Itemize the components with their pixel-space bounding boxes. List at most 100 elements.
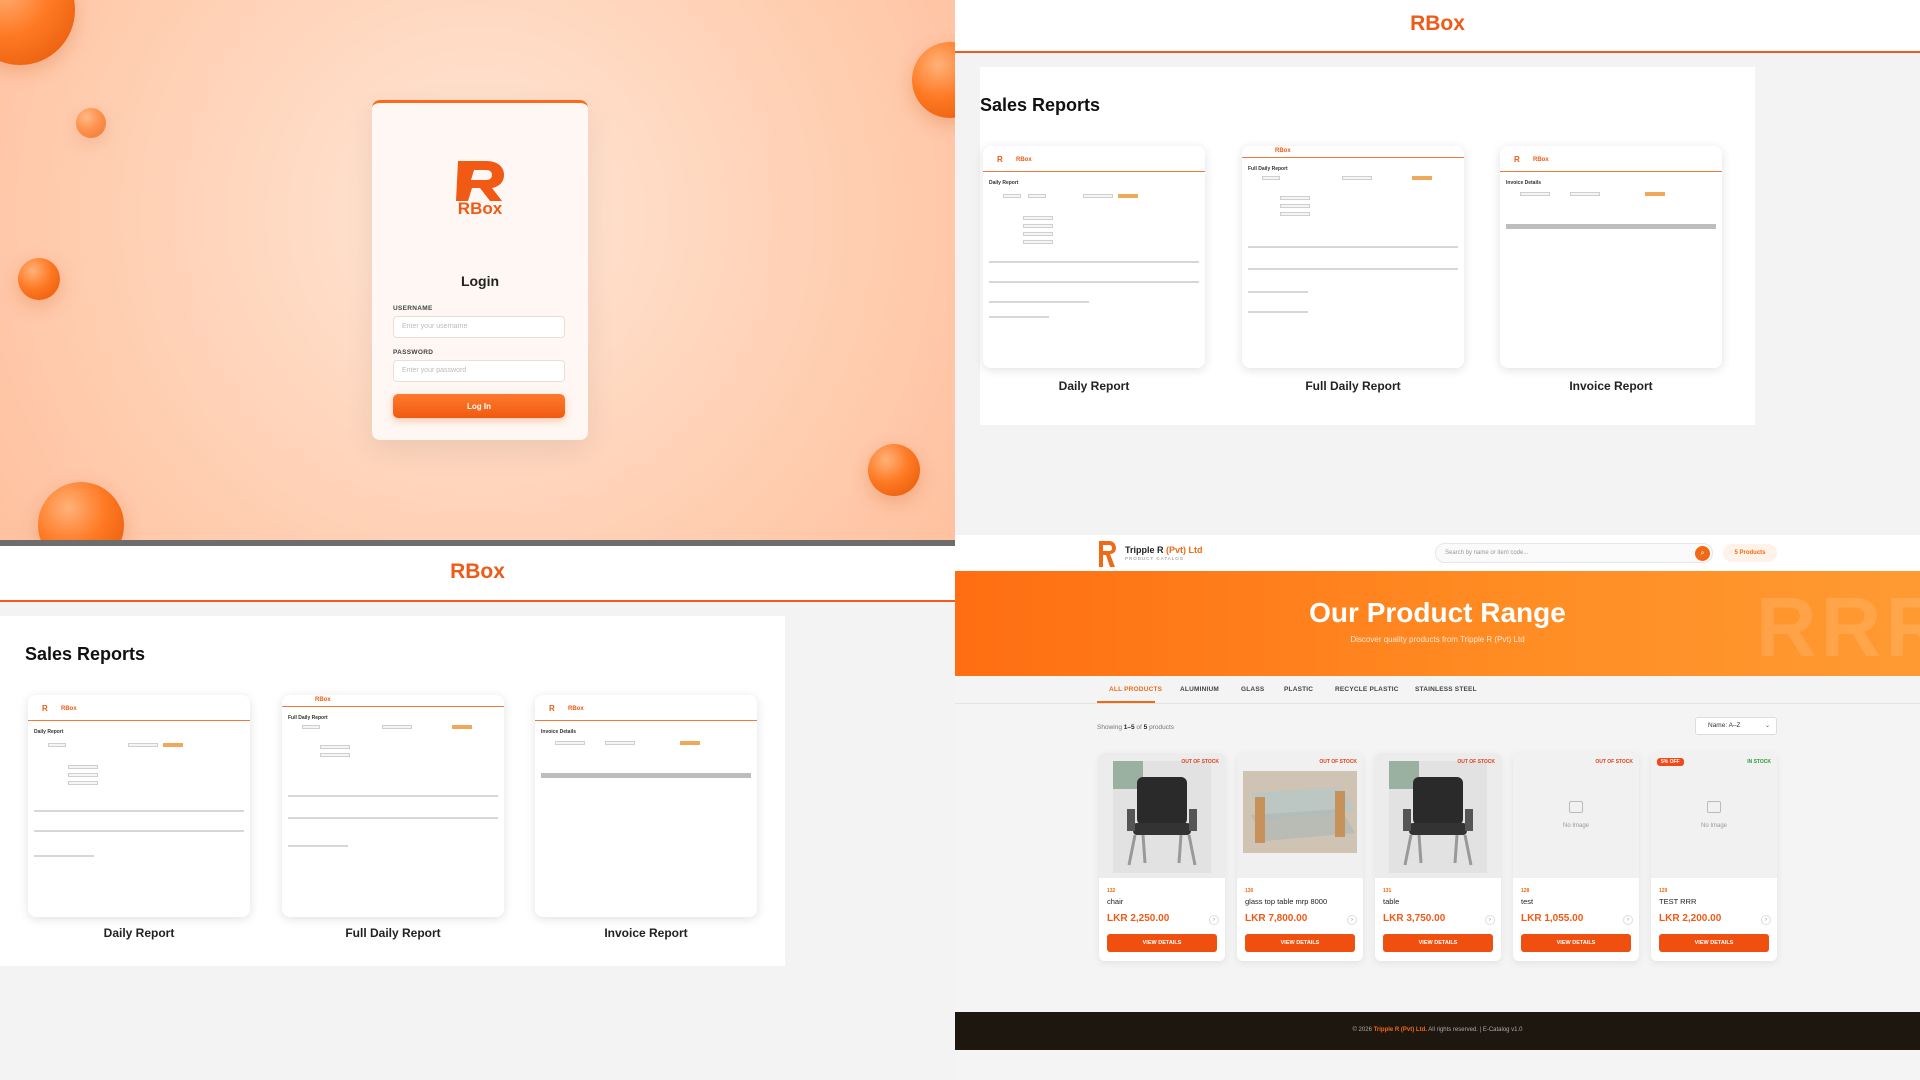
page-title: Sales Reports [25, 644, 146, 664]
footer: © 2026 Tripple R (Pvt) Ltd. All rights r… [955, 1012, 1920, 1050]
report-card-label[interactable]: Invoice Report [1500, 379, 1722, 393]
thumb-field [555, 741, 585, 745]
thumb-field [1023, 240, 1053, 244]
report-card-invoice[interactable]: R RBox Invoice Details [535, 695, 757, 917]
thumb-header: R RBox [983, 146, 1205, 172]
search-icon[interactable]: ⌕ [1695, 546, 1710, 561]
app-header: RBox [0, 546, 955, 602]
chevron-down-icon: ⌄ [1764, 723, 1770, 729]
thumb-logo-icon: R [549, 704, 555, 713]
tab-stainless-steel[interactable]: STAINLESS STEEL [1415, 686, 1477, 693]
image-icon [1707, 801, 1721, 813]
stock-badge: OUT OF STOCK [1319, 759, 1357, 765]
thumb-row [1248, 268, 1458, 270]
login-screen: RBox Login USERNAME Enter your username … [0, 0, 955, 540]
report-card-full-daily[interactable]: RBox Full Daily Report [1242, 146, 1464, 368]
thumb-table-header [541, 773, 751, 778]
thumb-title: Invoice Details [1506, 180, 1542, 186]
view-details-button[interactable]: VIEW DETAILS [1383, 934, 1493, 952]
report-card-label[interactable]: Daily Report [28, 926, 250, 940]
chevron-right-icon[interactable]: › [1209, 915, 1219, 925]
product-name: TEST RRR [1659, 897, 1697, 906]
hero-subtitle: Discover quality products from Tripple R… [1350, 635, 1525, 644]
thumb-button [452, 725, 472, 729]
report-card-label[interactable]: Invoice Report [535, 926, 757, 940]
thumb-field [68, 773, 98, 777]
decor-sphere [18, 258, 60, 300]
thumb-field [1280, 204, 1310, 208]
report-card-invoice[interactable]: R RBox Invoice Details [1500, 146, 1722, 368]
report-card-daily[interactable]: R RBox Daily Report [28, 695, 250, 917]
chevron-right-icon[interactable]: › [1761, 915, 1771, 925]
product-code: 130 [1245, 888, 1254, 894]
chevron-right-icon[interactable]: › [1485, 915, 1495, 925]
footer-brand: Tripple R (Pvt) Ltd. [1373, 1027, 1427, 1033]
reports-screen: RBox Sales Reports R RBox Daily Report Da… [955, 0, 1920, 535]
thumb-row [34, 830, 244, 832]
sort-value: Name: A–Z [1708, 722, 1741, 729]
report-card-label[interactable]: Daily Report [983, 379, 1205, 393]
catalog-header: Tripple R (Pvt) Ltd PRODUCT CATALOG Sear… [955, 535, 1920, 571]
view-details-button[interactable]: VIEW DETAILS [1107, 934, 1217, 952]
thumb-button [1118, 194, 1138, 198]
thumb-field [1023, 216, 1053, 220]
view-details-button[interactable]: VIEW DETAILS [1659, 934, 1769, 952]
chevron-right-icon[interactable]: › [1623, 915, 1633, 925]
chair-image [1099, 753, 1225, 878]
thumb-field [1083, 194, 1113, 198]
company-name-accent: (Pvt) Ltd [1166, 545, 1203, 555]
thumb-button [680, 741, 700, 745]
thumb-field [1028, 194, 1046, 198]
login-button[interactable]: Log In [393, 394, 565, 418]
product-card[interactable]: No Image 5% OFF IN STOCK 129 TEST RRR LK… [1651, 753, 1777, 961]
thumb-row [989, 301, 1089, 303]
password-input[interactable]: Enter your password [393, 360, 565, 382]
thumb-row [288, 795, 498, 797]
tab-all-products[interactable]: ALL PRODUCTS [1109, 686, 1162, 693]
report-card-daily[interactable]: R RBox Daily Report [983, 146, 1205, 368]
catalog-subtitle: PRODUCT CATALOG [1125, 556, 1185, 561]
thumb-field [1023, 224, 1053, 228]
company-logo-icon [1099, 541, 1116, 567]
login-title: Login [460, 273, 500, 289]
stock-badge: OUT OF STOCK [1181, 759, 1219, 765]
tab-recycle-plastic[interactable]: RECYCLE PLASTIC [1335, 686, 1399, 693]
report-card-label[interactable]: Full Daily Report [282, 926, 504, 940]
tab-plastic[interactable]: PLASTIC [1284, 686, 1313, 693]
thumb-field [1280, 196, 1310, 200]
thumb-table-header [1506, 224, 1716, 229]
results-suffix: products [1147, 724, 1175, 731]
product-card[interactable]: OUT OF STOCK 130 glass top table mrp 800… [1237, 753, 1363, 961]
tab-glass[interactable]: GLASS [1241, 686, 1264, 693]
thumb-row [288, 845, 348, 847]
page-title: Sales Reports [980, 95, 1101, 115]
search-input[interactable]: Search by name or item code... [1435, 543, 1713, 563]
product-card[interactable]: OUT OF STOCK 131 table LKR 3,750.00 › VI… [1375, 753, 1501, 961]
sort-select[interactable]: Name: A–Z ⌄ [1695, 717, 1777, 735]
view-details-button[interactable]: VIEW DETAILS [1245, 934, 1355, 952]
product-code: 129 [1659, 888, 1668, 894]
view-details-button[interactable]: VIEW DETAILS [1521, 934, 1631, 952]
thumb-field [1280, 212, 1310, 216]
product-name: table [1383, 897, 1400, 906]
tab-aluminium[interactable]: ALUMINIUM [1180, 686, 1219, 693]
username-input[interactable]: Enter your username [393, 316, 565, 338]
report-card-full-daily[interactable]: RBox Full Daily Report [282, 695, 504, 917]
report-card-label[interactable]: Full Daily Report [1242, 379, 1464, 393]
thumb-field [302, 725, 320, 729]
thumb-button [1412, 176, 1432, 180]
chevron-right-icon[interactable]: › [1347, 915, 1357, 925]
password-label: PASSWORD [393, 349, 434, 356]
thumb-logo-icon: R [1514, 155, 1520, 164]
decor-sphere [76, 108, 106, 138]
product-image-placeholder: No Image [1513, 753, 1639, 878]
stock-badge: IN STOCK [1747, 759, 1771, 765]
product-card[interactable]: OUT OF STOCK 132 chair LKR 2,250.00 › VI… [1099, 753, 1225, 961]
brand-title: RBox [1410, 12, 1465, 35]
thumb-logo-text: RBox [1275, 148, 1291, 154]
thumb-logo-text: RBox [61, 706, 77, 712]
category-tabs: ALL PRODUCTS ALUMINIUM GLASS PLASTIC REC… [955, 676, 1920, 704]
login-card: RBox Login USERNAME Enter your username … [372, 100, 588, 440]
product-code: 132 [1107, 888, 1116, 894]
product-card[interactable]: No Image OUT OF STOCK 128 test LKR 1,055… [1513, 753, 1639, 961]
